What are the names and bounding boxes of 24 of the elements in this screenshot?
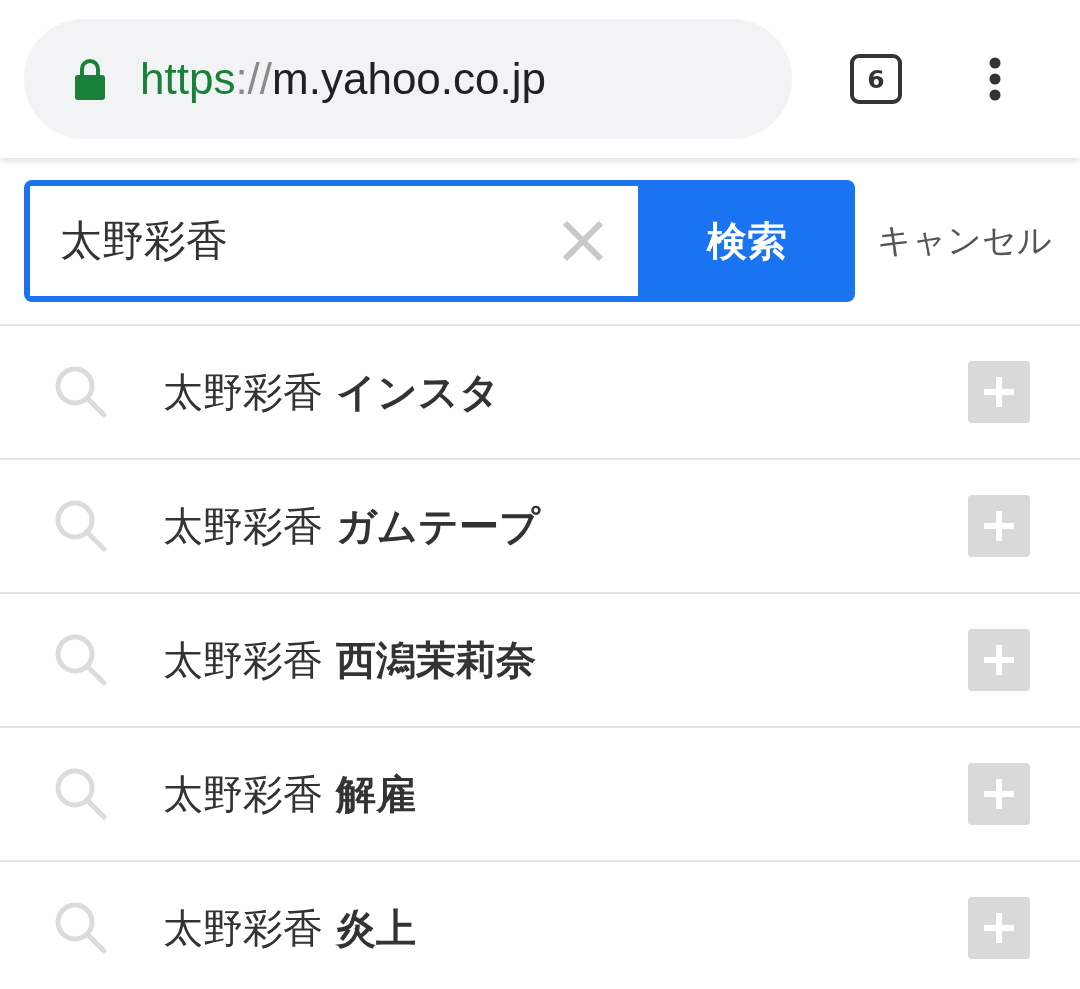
- suggestion-link[interactable]: 太野彩香 解雇: [163, 766, 968, 822]
- search-icon: [55, 902, 107, 954]
- suggestion-link[interactable]: 太野彩香 インスタ: [163, 364, 968, 420]
- search-query: 太野彩香: [60, 215, 228, 267]
- plus-icon[interactable]: [968, 763, 1030, 825]
- address-bar[interactable]: https://m.yahoo.co.jp: [24, 19, 792, 139]
- cancel-button[interactable]: キャンセル: [877, 218, 1052, 264]
- search-icon: [55, 634, 107, 686]
- lock-icon: [75, 58, 105, 100]
- search-icon: [55, 366, 107, 418]
- plus-icon[interactable]: [968, 361, 1030, 423]
- plus-icon[interactable]: [968, 495, 1030, 557]
- search-icon: [55, 500, 107, 552]
- tab-count-button[interactable]: 6: [850, 54, 902, 104]
- search-field[interactable]: 太野彩香: [30, 186, 638, 296]
- url-text: https://m.yahoo.co.jp: [140, 54, 546, 104]
- plus-icon[interactable]: [968, 897, 1030, 959]
- search-icon: [55, 768, 107, 820]
- suggestion-link[interactable]: 太野彩香 西潟茉莉奈: [163, 632, 968, 688]
- menu-icon[interactable]: [989, 57, 1001, 101]
- suggestion-link[interactable]: 太野彩香 炎上: [163, 900, 968, 956]
- plus-icon[interactable]: [968, 629, 1030, 691]
- suggestion-link[interactable]: 太野彩香 ガムテープ: [163, 498, 968, 554]
- clear-icon[interactable]: [562, 220, 604, 262]
